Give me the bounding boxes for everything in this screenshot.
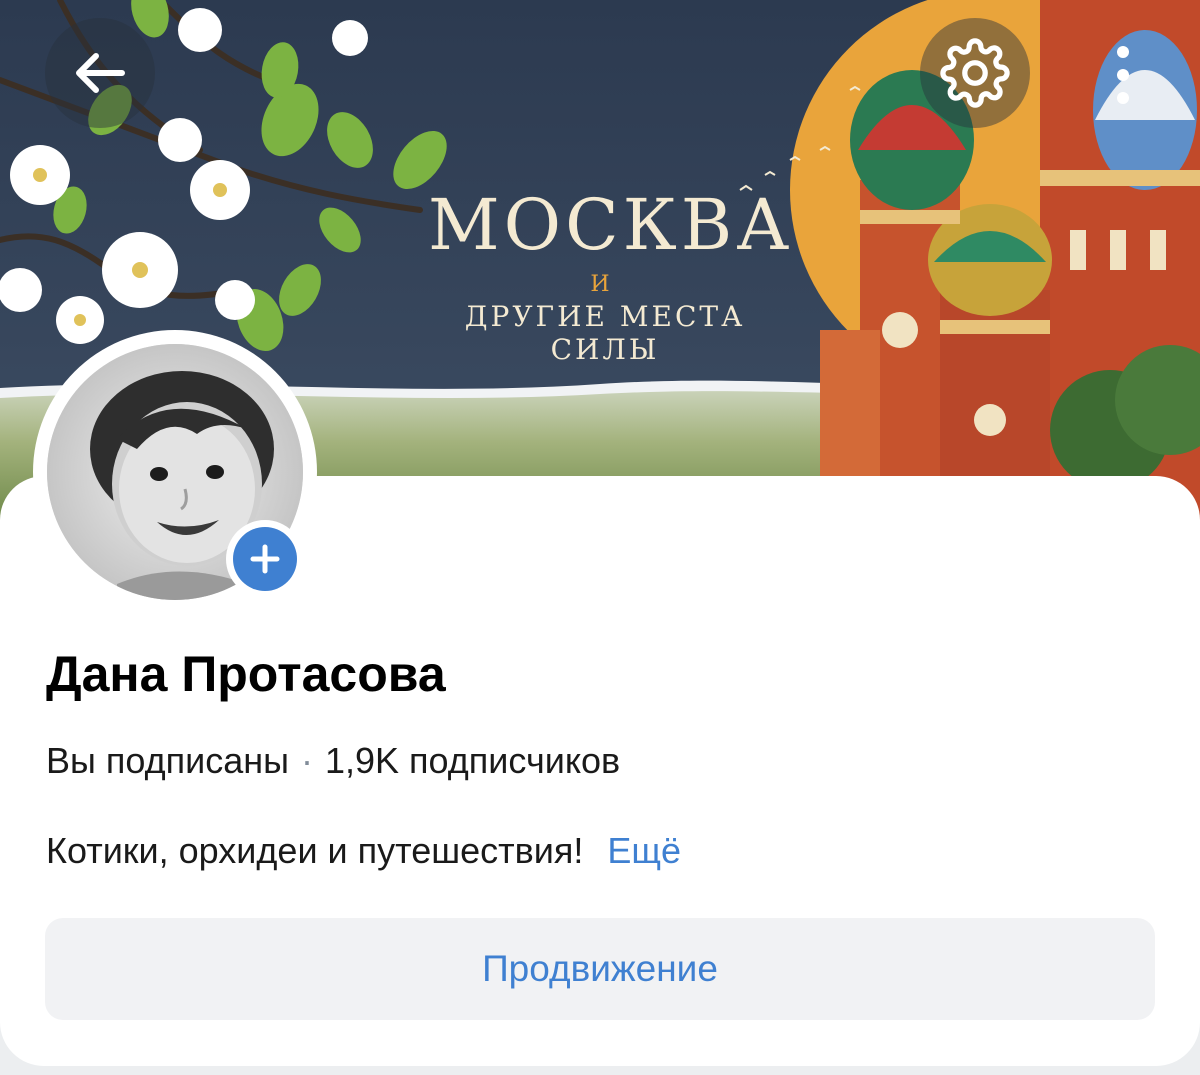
- cover-subtitle: ДРУГИЕ МЕСТА СИЛЫ: [464, 300, 746, 366]
- cover-title: МОСКВА: [428, 184, 794, 266]
- settings-button[interactable]: [920, 18, 1030, 128]
- more-button[interactable]: [1098, 30, 1148, 120]
- stats-separator: ·: [301, 740, 313, 781]
- about-text: Котики, орхидеи и путешествия!: [46, 830, 584, 871]
- followers-count[interactable]: 1,9K подписчиков: [325, 740, 620, 781]
- promotion-button[interactable]: Продвижение: [45, 918, 1155, 1020]
- about-more-link[interactable]: Ещё: [607, 830, 681, 871]
- vertical-dots-icon: [1117, 46, 1129, 104]
- add-avatar-button[interactable]: [226, 520, 304, 598]
- add-avatar-circle: [233, 527, 297, 591]
- back-button[interactable]: [45, 18, 155, 128]
- profile-about: Котики, орхидеи и путешествия! Ещё: [46, 830, 681, 872]
- plus-icon: [250, 544, 280, 574]
- subscription-status[interactable]: Вы подписаны: [46, 740, 289, 781]
- gear-icon: [940, 38, 1010, 108]
- profile-stats: Вы подписаны · 1,9K подписчиков: [46, 740, 620, 782]
- arrow-left-icon: [76, 53, 125, 93]
- profile-name: Дана Протасова: [46, 646, 446, 702]
- cover-conjunction: И: [590, 272, 610, 297]
